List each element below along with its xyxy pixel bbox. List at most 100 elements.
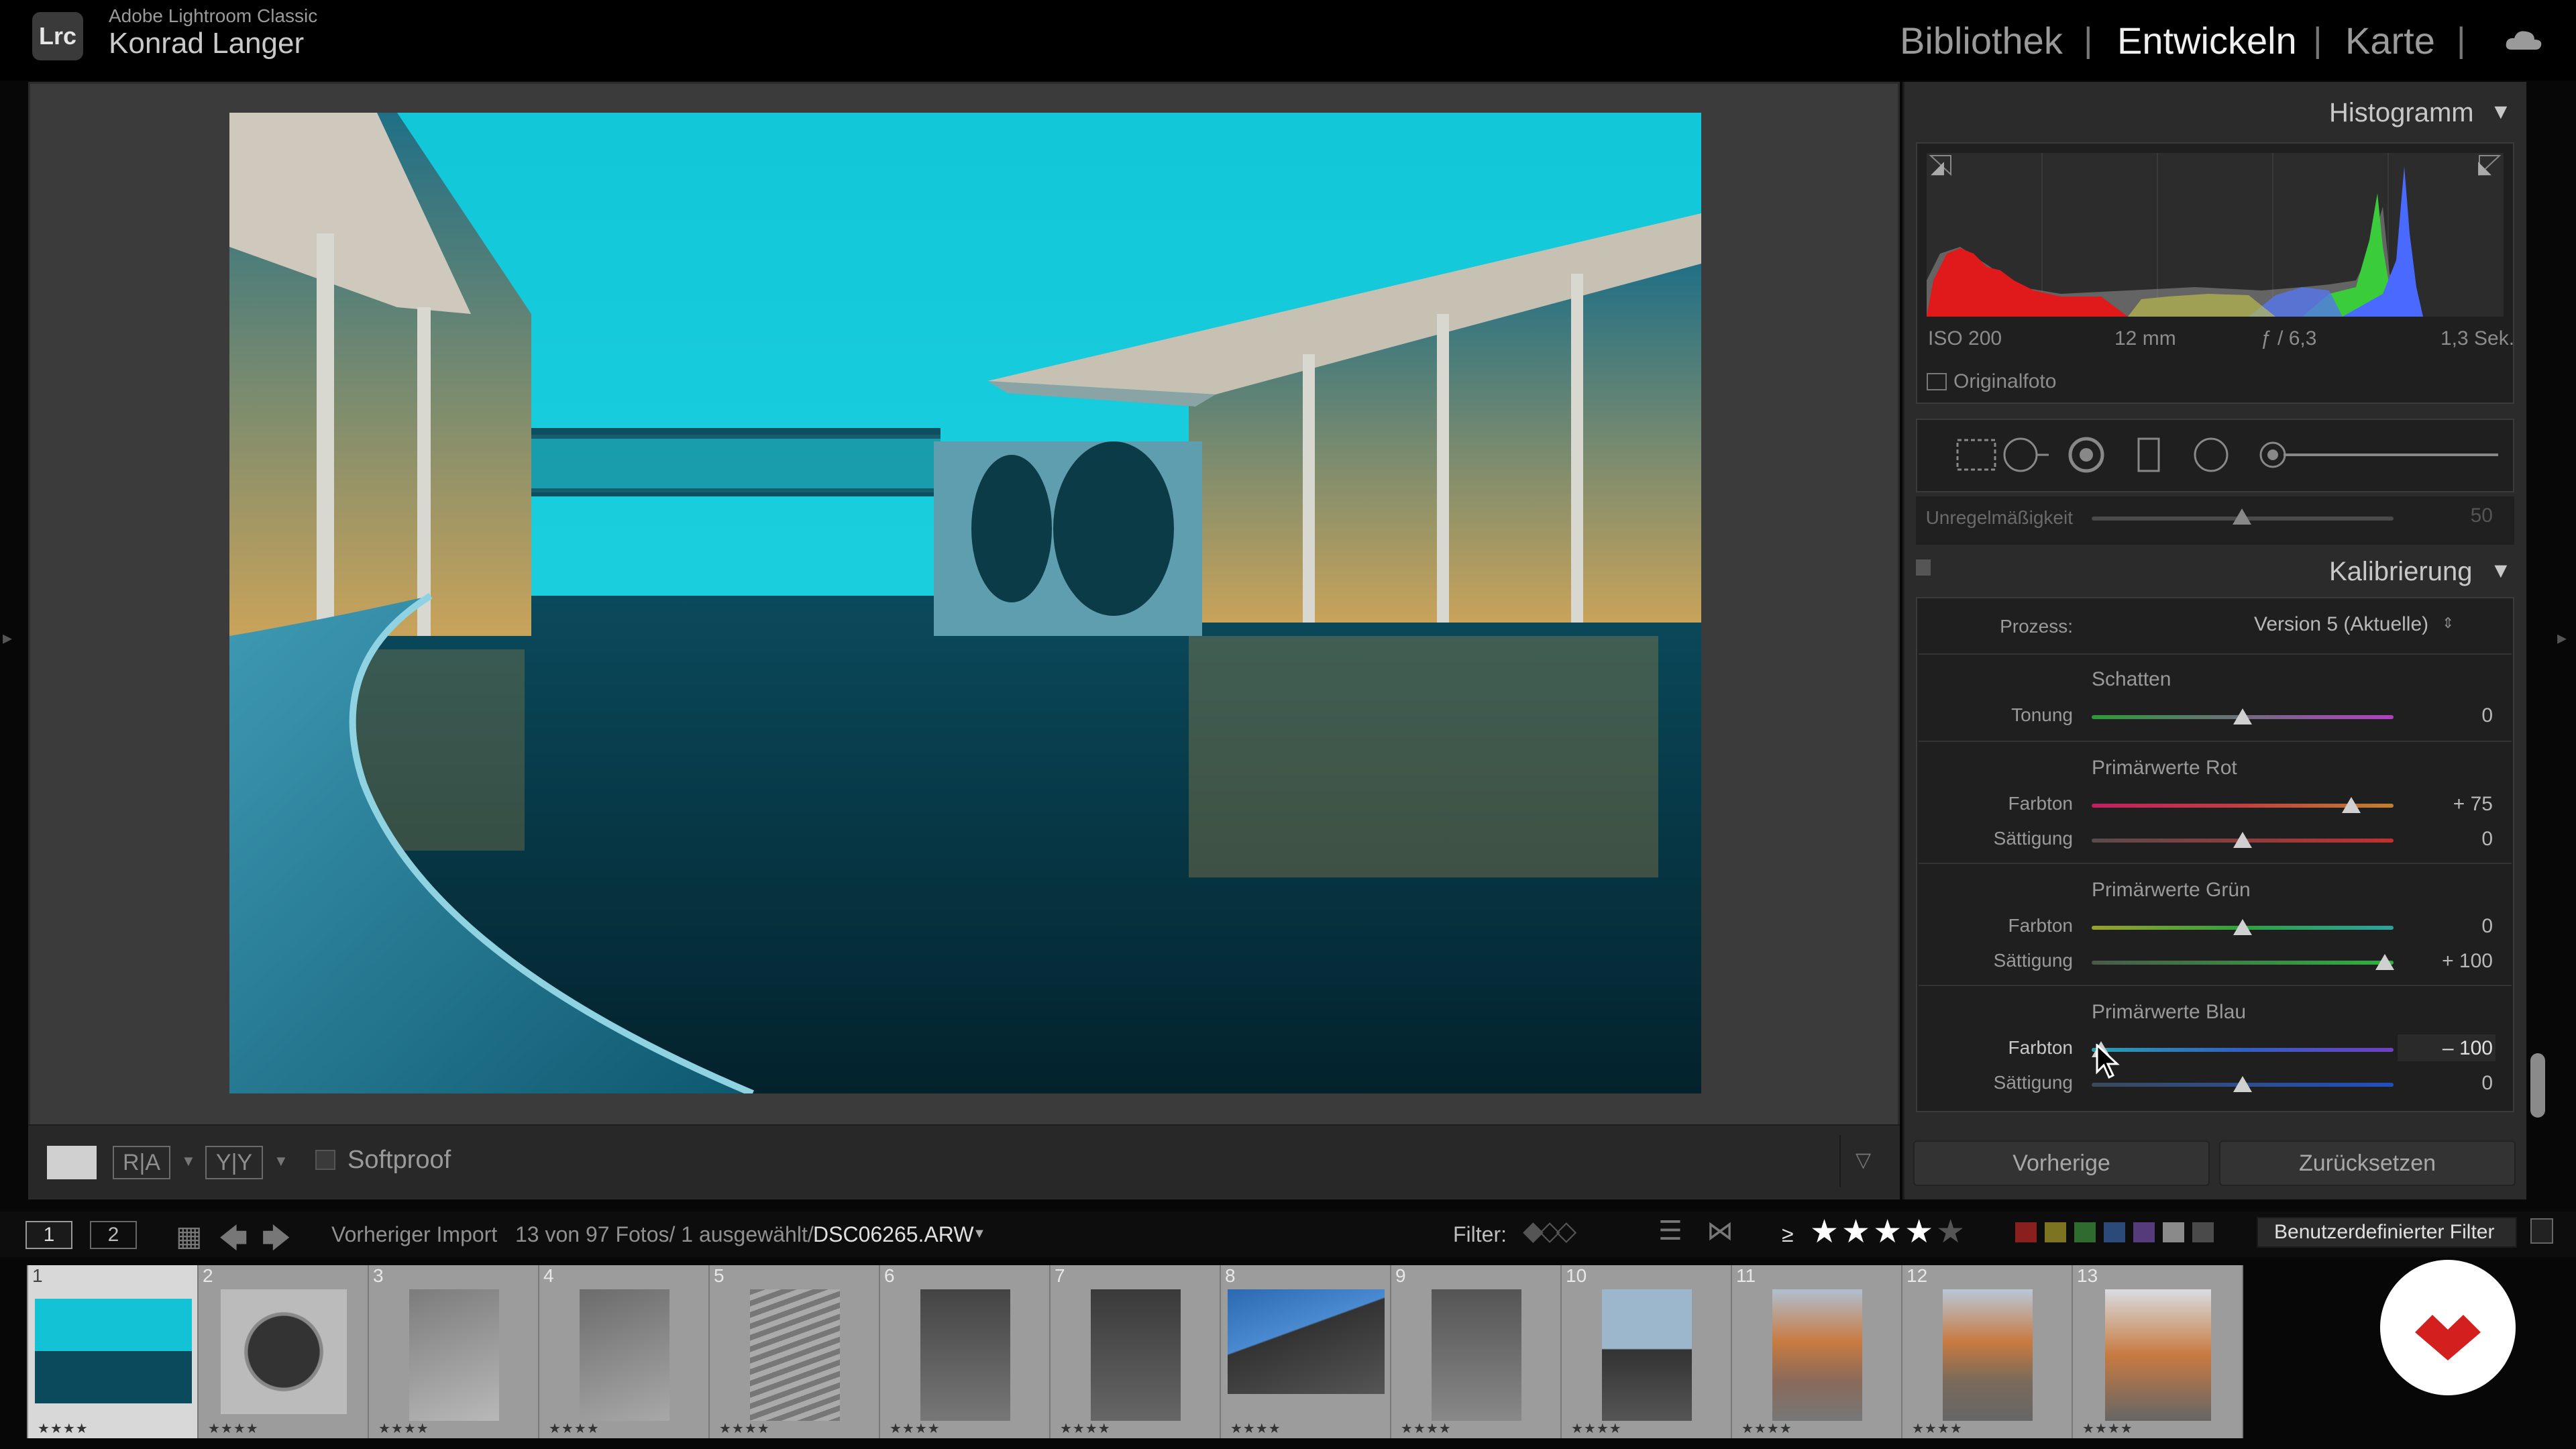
red-sat-knob[interactable] bbox=[2233, 832, 2252, 848]
main-photo[interactable] bbox=[229, 113, 1701, 1093]
window-2-button[interactable]: 2 bbox=[90, 1221, 137, 1249]
spot-removal-icon[interactable] bbox=[1998, 436, 2058, 474]
blue-hue-value[interactable]: – 100 bbox=[2385, 1037, 2493, 1060]
module-bibliothek[interactable]: Bibliothek bbox=[1900, 19, 2063, 62]
process-select[interactable]: Version 5 (Aktuelle) bbox=[2254, 613, 2428, 636]
filmstrip-thumbnail[interactable] bbox=[221, 1289, 347, 1414]
filmstrip-thumbnail[interactable] bbox=[409, 1289, 499, 1421]
collapse-triangle-icon[interactable]: ▼ bbox=[2490, 558, 2512, 583]
filmstrip-thumbnail[interactable] bbox=[920, 1289, 1010, 1421]
rating-filter-stars[interactable]: ★★★★★ bbox=[1810, 1213, 1968, 1250]
rating-operator[interactable]: ≥ bbox=[1782, 1222, 1794, 1247]
filmstrip-cell[interactable]: 1 ★★★★ bbox=[28, 1265, 199, 1438]
reset-button[interactable]: Zurücksetzen bbox=[2219, 1140, 2516, 1186]
right-panel-toggle-icon[interactable]: ▸ bbox=[2557, 627, 2567, 649]
rating-star[interactable]: ★ bbox=[1841, 1214, 1873, 1250]
filmstrip-cell[interactable]: 12 ★★★★ bbox=[1902, 1265, 2073, 1438]
previous-button[interactable]: Vorherige bbox=[1913, 1140, 2210, 1186]
filmstrip-thumbnail[interactable] bbox=[1228, 1289, 1385, 1394]
filmstrip-cell[interactable]: 8 ★★★★ bbox=[1221, 1265, 1391, 1438]
filmstrip-thumbnail[interactable] bbox=[1943, 1289, 2033, 1421]
crop-overlay-icon[interactable] bbox=[1955, 436, 1998, 474]
original-photo-checkbox[interactable] bbox=[1927, 373, 1947, 390]
filmstrip-cell[interactable]: 11 ★★★★ bbox=[1732, 1265, 1902, 1438]
filmstrip-thumbnail[interactable] bbox=[35, 1299, 192, 1403]
window-1-button[interactable]: 1 bbox=[25, 1221, 72, 1249]
rating-star[interactable]: ★ bbox=[1810, 1214, 1841, 1250]
filmstrip-thumbnail[interactable] bbox=[2105, 1289, 2211, 1421]
shadow-clipping-icon[interactable]: ◢ bbox=[1931, 157, 1944, 178]
filmstrip-rating: ★★★★ bbox=[1741, 1421, 1792, 1436]
before-after-split-button[interactable]: Y|Y bbox=[205, 1146, 263, 1179]
collapse-triangle-icon[interactable]: ▼ bbox=[2490, 99, 2512, 124]
color-label-swatch[interactable] bbox=[2015, 1222, 2037, 1242]
chevron-down-icon[interactable]: ▼ bbox=[973, 1226, 986, 1242]
panel-toggle-switch[interactable] bbox=[1916, 559, 1931, 576]
before-after-button[interactable]: R|A bbox=[113, 1146, 170, 1179]
forward-arrow-icon[interactable]: 🡆 bbox=[262, 1218, 290, 1266]
filmstrip-thumbnail[interactable] bbox=[750, 1289, 840, 1421]
calibration-title[interactable]: Kalibrierung bbox=[2329, 557, 2472, 587]
edit-filter-icon[interactable]: ☰ bbox=[1658, 1216, 1682, 1246]
color-label-swatch[interactable] bbox=[2133, 1222, 2155, 1242]
back-arrow-icon[interactable]: 🡄 bbox=[219, 1218, 248, 1266]
graduated-filter-icon[interactable] bbox=[2129, 436, 2169, 474]
module-entwickeln[interactable]: Entwickeln bbox=[2117, 19, 2297, 62]
chevron-down-icon[interactable]: ▼ bbox=[274, 1152, 288, 1170]
green-sat-track[interactable] bbox=[2092, 961, 2394, 965]
adjustment-brush-slider[interactable] bbox=[2250, 436, 2505, 474]
filmstrip-thumbnail[interactable] bbox=[1602, 1289, 1692, 1421]
rating-star[interactable]: ★ bbox=[1873, 1214, 1904, 1250]
blue-sat-knob[interactable] bbox=[2233, 1076, 2252, 1092]
color-label-swatch[interactable] bbox=[2104, 1222, 2125, 1242]
grid-icon[interactable]: ▦ bbox=[176, 1220, 203, 1252]
custom-filter-select[interactable]: Benutzerdefinierter Filter bbox=[2257, 1217, 2517, 1248]
color-label-swatch[interactable] bbox=[2074, 1222, 2096, 1242]
histogram-title[interactable]: Histogramm bbox=[2329, 98, 2474, 128]
source-label[interactable]: Vorheriger Import bbox=[331, 1222, 497, 1247]
filmstrip-thumbnail[interactable] bbox=[1432, 1289, 1521, 1421]
color-label-swatch[interactable] bbox=[2192, 1222, 2214, 1242]
filmstrip-cell[interactable]: 4 ★★★★ bbox=[539, 1265, 710, 1438]
filmstrip-rating: ★★★★ bbox=[1571, 1421, 1622, 1436]
filmstrip-cell[interactable]: 7 ★★★★ bbox=[1051, 1265, 1221, 1438]
module-karte[interactable]: Karte bbox=[2345, 19, 2435, 62]
filmstrip-cell[interactable]: 5 ★★★★ bbox=[710, 1265, 880, 1438]
shadows-tint-knob[interactable] bbox=[2233, 708, 2252, 724]
filmstrip-cell[interactable]: 3 ★★★★ bbox=[369, 1265, 539, 1438]
filmstrip-thumbnail[interactable] bbox=[1772, 1289, 1862, 1421]
filmstrip-thumbnail[interactable] bbox=[1091, 1289, 1181, 1421]
filmstrip-cell[interactable]: 6 ★★★★ bbox=[880, 1265, 1051, 1438]
radial-filter-icon[interactable] bbox=[2190, 436, 2233, 474]
select-arrows-icon[interactable]: ⇕ bbox=[2442, 614, 2454, 632]
original-photo-toggle[interactable]: Originalfoto bbox=[1927, 370, 2056, 393]
flag-filter-icons[interactable]: ◆◇◇ bbox=[1523, 1216, 1576, 1246]
filmstrip-cell[interactable]: 9 ★★★★ bbox=[1391, 1265, 1562, 1438]
unedited-filter-icon[interactable]: ⋈ bbox=[1707, 1216, 1733, 1246]
cloud-icon[interactable] bbox=[2505, 30, 2542, 50]
toolbar-menu-icon[interactable]: ▽ bbox=[1856, 1148, 1871, 1172]
green-hue-knob[interactable] bbox=[2233, 919, 2252, 935]
panel-scrollbar[interactable] bbox=[2530, 1053, 2545, 1118]
highlight-clipping-icon[interactable]: ◣ bbox=[2478, 157, 2491, 178]
color-label-swatch[interactable] bbox=[2045, 1222, 2066, 1242]
filmstrip-cell[interactable]: 13 ★★★★ bbox=[2073, 1265, 2243, 1438]
chevron-down-icon[interactable]: ▼ bbox=[181, 1152, 196, 1170]
color-label-filter[interactable] bbox=[2015, 1222, 2214, 1242]
filename[interactable]: DSC06265.ARW bbox=[813, 1222, 974, 1247]
filter-lock-icon[interactable] bbox=[2530, 1218, 2553, 1244]
rating-star[interactable]: ★ bbox=[1936, 1214, 1968, 1250]
left-panel-toggle-icon[interactable]: ▸ bbox=[3, 627, 12, 649]
filmstrip-thumbnail[interactable] bbox=[580, 1289, 669, 1421]
grain-roughness-knob[interactable] bbox=[2233, 508, 2251, 525]
red-hue-knob[interactable] bbox=[2342, 797, 2361, 813]
filmstrip-cell[interactable]: 2 ★★★★ bbox=[199, 1265, 369, 1438]
filmstrip-rating: ★★★★ bbox=[1401, 1421, 1452, 1436]
color-label-swatch[interactable] bbox=[2163, 1222, 2184, 1242]
filmstrip-cell[interactable]: 10 ★★★★ bbox=[1562, 1265, 1732, 1438]
red-eye-icon[interactable] bbox=[2065, 436, 2108, 474]
blue-hue-track[interactable] bbox=[2092, 1048, 2394, 1052]
loupe-view-button[interactable] bbox=[47, 1146, 97, 1179]
rating-star[interactable]: ★ bbox=[1904, 1214, 1936, 1250]
softproof-checkbox[interactable] bbox=[315, 1150, 335, 1170]
